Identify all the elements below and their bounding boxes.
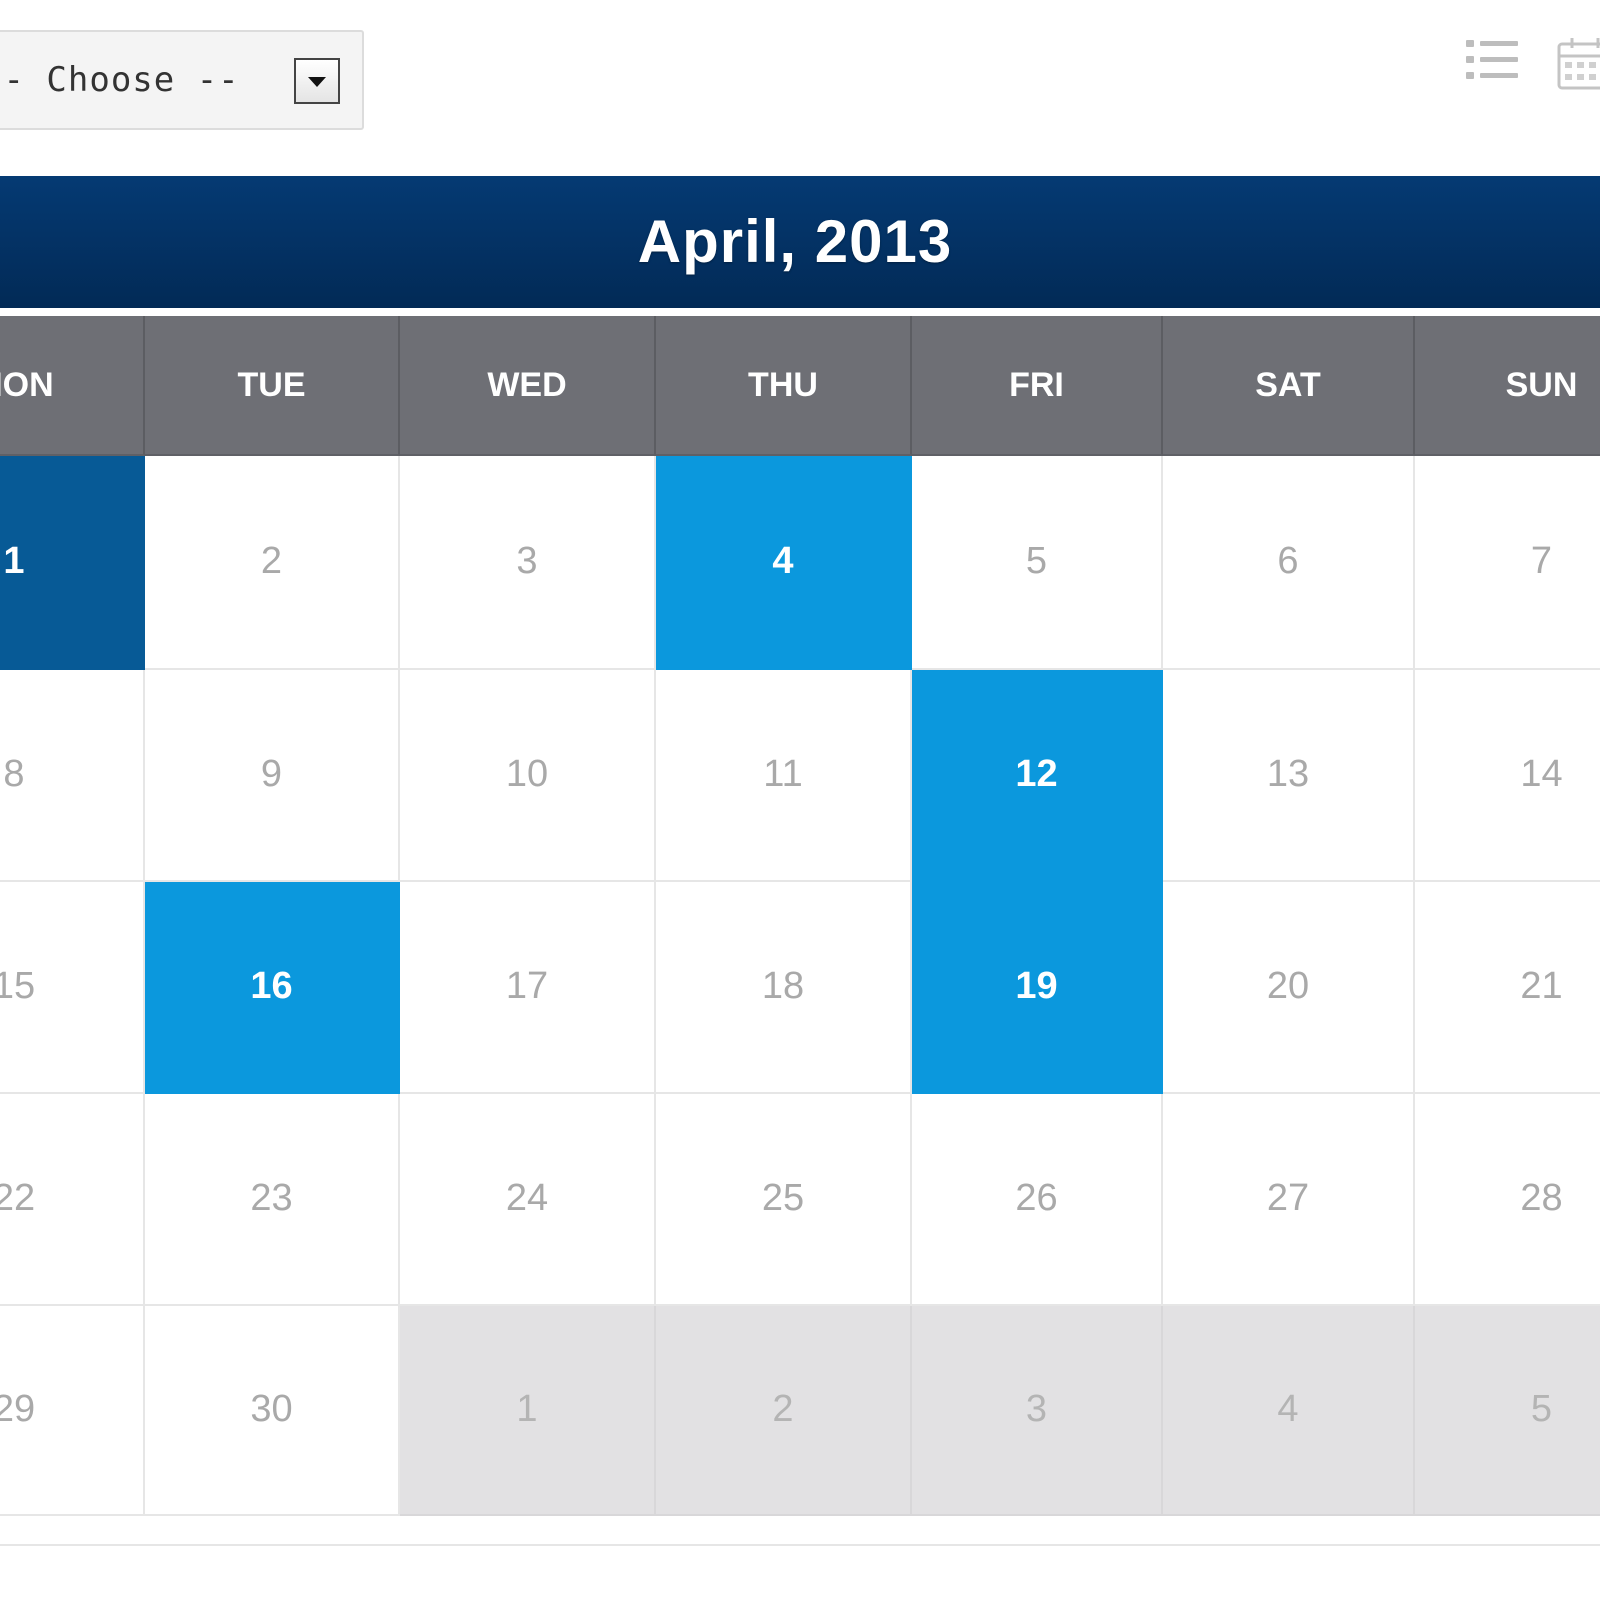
day-cell[interactable]: 5 (1415, 1306, 1600, 1516)
day-cell[interactable]: 25 (656, 1094, 912, 1306)
day-cell[interactable]: 19 (912, 882, 1163, 1094)
day-cell[interactable]: 26 (912, 1094, 1163, 1306)
day-cell[interactable]: 6 (1163, 456, 1415, 670)
weekday-header-mon: MON (0, 316, 145, 456)
day-cell[interactable]: 5 (912, 456, 1163, 670)
day-cell[interactable]: 3 (912, 1306, 1163, 1516)
day-cell[interactable]: 16 (145, 882, 400, 1094)
day-cell[interactable]: 2 (145, 456, 400, 670)
day-cell[interactable]: 15 (0, 882, 145, 1094)
day-cell[interactable]: 24 (400, 1094, 656, 1306)
day-cell[interactable]: 10 (400, 670, 656, 882)
grid-bottom-border (0, 1544, 1600, 1546)
weekday-header-wed: WED (400, 316, 656, 456)
day-cell[interactable]: 22 (0, 1094, 145, 1306)
day-cell[interactable]: 3 (400, 456, 656, 670)
weekday-header-tue: TUE (145, 316, 400, 456)
select-value: -- Choose -- (0, 60, 240, 100)
day-cell[interactable]: 13 (1163, 670, 1415, 882)
header-divider (0, 308, 1600, 316)
day-cell[interactable]: 28 (1415, 1094, 1600, 1306)
day-cell[interactable]: 18 (656, 882, 912, 1094)
list-icon[interactable] (1462, 34, 1522, 94)
day-cell[interactable]: 1 (400, 1306, 656, 1516)
weekday-header-sun: SUN (1415, 316, 1600, 456)
day-cell[interactable]: 7 (1415, 456, 1600, 670)
chevron-down-icon (308, 77, 326, 87)
day-cell[interactable]: 11 (656, 670, 912, 882)
day-cell[interactable]: 4 (1163, 1306, 1415, 1516)
day-cell[interactable]: 12 (912, 670, 1163, 882)
day-cell[interactable]: 8 (0, 670, 145, 882)
day-cell[interactable]: 17 (400, 882, 656, 1094)
calendar-select-dropdown[interactable]: -- Choose -- (0, 30, 364, 130)
day-cell[interactable]: 27 (1163, 1094, 1415, 1306)
dropdown-arrow-button[interactable] (294, 58, 340, 104)
calendar-page: -- Choose -- April, 2013 ON TUE WED THU … (0, 0, 1600, 1600)
weekday-header-thu: THU (656, 316, 912, 456)
month-title-bar: April, 2013 (0, 176, 1600, 308)
day-cell[interactable]: 23 (145, 1094, 400, 1306)
day-cell[interactable]: 4 (656, 456, 912, 670)
day-cell[interactable]: 2 (656, 1306, 912, 1516)
day-cell[interactable]: 14 (1415, 670, 1600, 882)
weekday-header-fri: FRI (912, 316, 1163, 456)
day-cell[interactable]: 20 (1163, 882, 1415, 1094)
day-cell[interactable]: 9 (145, 670, 400, 882)
day-cell[interactable]: 1 (0, 456, 145, 670)
month-title: April, 2013 (637, 208, 953, 275)
weekday-header-sat: SAT (1163, 316, 1415, 456)
day-cell[interactable]: 29 (0, 1306, 145, 1516)
day-cell[interactable]: 21 (1415, 882, 1600, 1094)
calendar-icon[interactable] (1556, 34, 1600, 94)
day-cell[interactable]: 30 (145, 1306, 400, 1516)
